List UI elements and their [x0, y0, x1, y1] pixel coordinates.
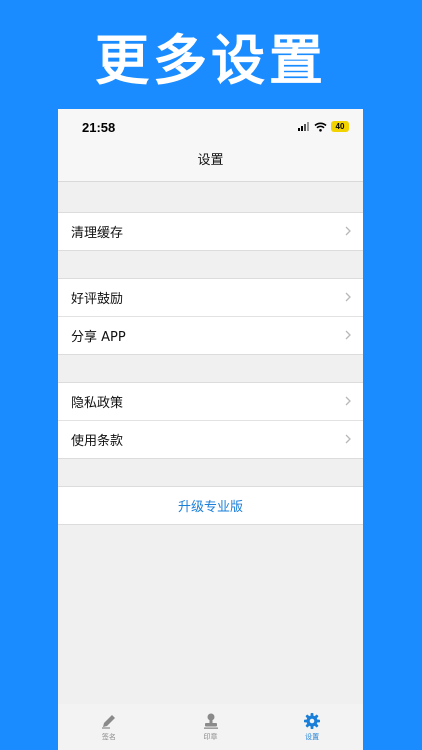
- tab-signature[interactable]: 签名: [58, 704, 160, 750]
- status-icons: 40: [298, 121, 349, 132]
- tab-bar: 签名 印章 设置: [58, 704, 363, 750]
- tab-label: 设置: [305, 733, 320, 741]
- nav-title: 设置: [58, 145, 363, 182]
- row-label: 分享 APP: [71, 330, 126, 345]
- group-upgrade: 升级专业版: [58, 486, 363, 525]
- tab-stamp[interactable]: 印章: [160, 704, 262, 750]
- wifi-icon: [314, 122, 327, 132]
- group-legal: 隐私政策 使用条款: [58, 382, 363, 459]
- row-label: 清理缓存: [71, 226, 124, 241]
- chevron-right-icon: [345, 226, 351, 236]
- status-time: 21:58: [82, 120, 116, 135]
- row-rate-app[interactable]: 好评鼓励: [58, 279, 363, 316]
- group-feedback: 好评鼓励 分享 APP: [58, 278, 363, 355]
- upgrade-pro-button[interactable]: 升级专业版: [58, 487, 363, 524]
- promo-title: 更多设置: [95, 29, 327, 92]
- phone-screen: 21:58 40 设置 清理缓存 好评鼓励 分享 APP 隐私政策 使用条款 升…: [58, 109, 363, 750]
- chevron-right-icon: [345, 330, 351, 340]
- row-privacy-policy[interactable]: 隐私政策: [58, 383, 363, 420]
- row-terms-of-use[interactable]: 使用条款: [58, 420, 363, 458]
- pen-icon: [101, 715, 115, 729]
- row-share-app[interactable]: 分享 APP: [58, 316, 363, 354]
- row-label: 使用条款: [71, 434, 124, 449]
- row-label: 隐私政策: [71, 396, 124, 411]
- tab-label: 签名: [101, 733, 116, 741]
- group-cache: 清理缓存: [58, 212, 363, 251]
- status-bar: 21:58 40: [58, 109, 363, 145]
- battery-icon: 40: [331, 121, 349, 132]
- signal-icon: [298, 122, 309, 131]
- row-label: 好评鼓励: [71, 292, 124, 307]
- chevron-right-icon: [345, 292, 351, 302]
- gear-icon: [304, 713, 321, 729]
- chevron-right-icon: [345, 396, 351, 406]
- stamp-icon: [203, 713, 218, 729]
- chevron-right-icon: [345, 434, 351, 444]
- tab-label: 印章: [203, 733, 218, 741]
- tab-settings[interactable]: 设置: [261, 704, 363, 750]
- row-clear-cache[interactable]: 清理缓存: [58, 213, 363, 250]
